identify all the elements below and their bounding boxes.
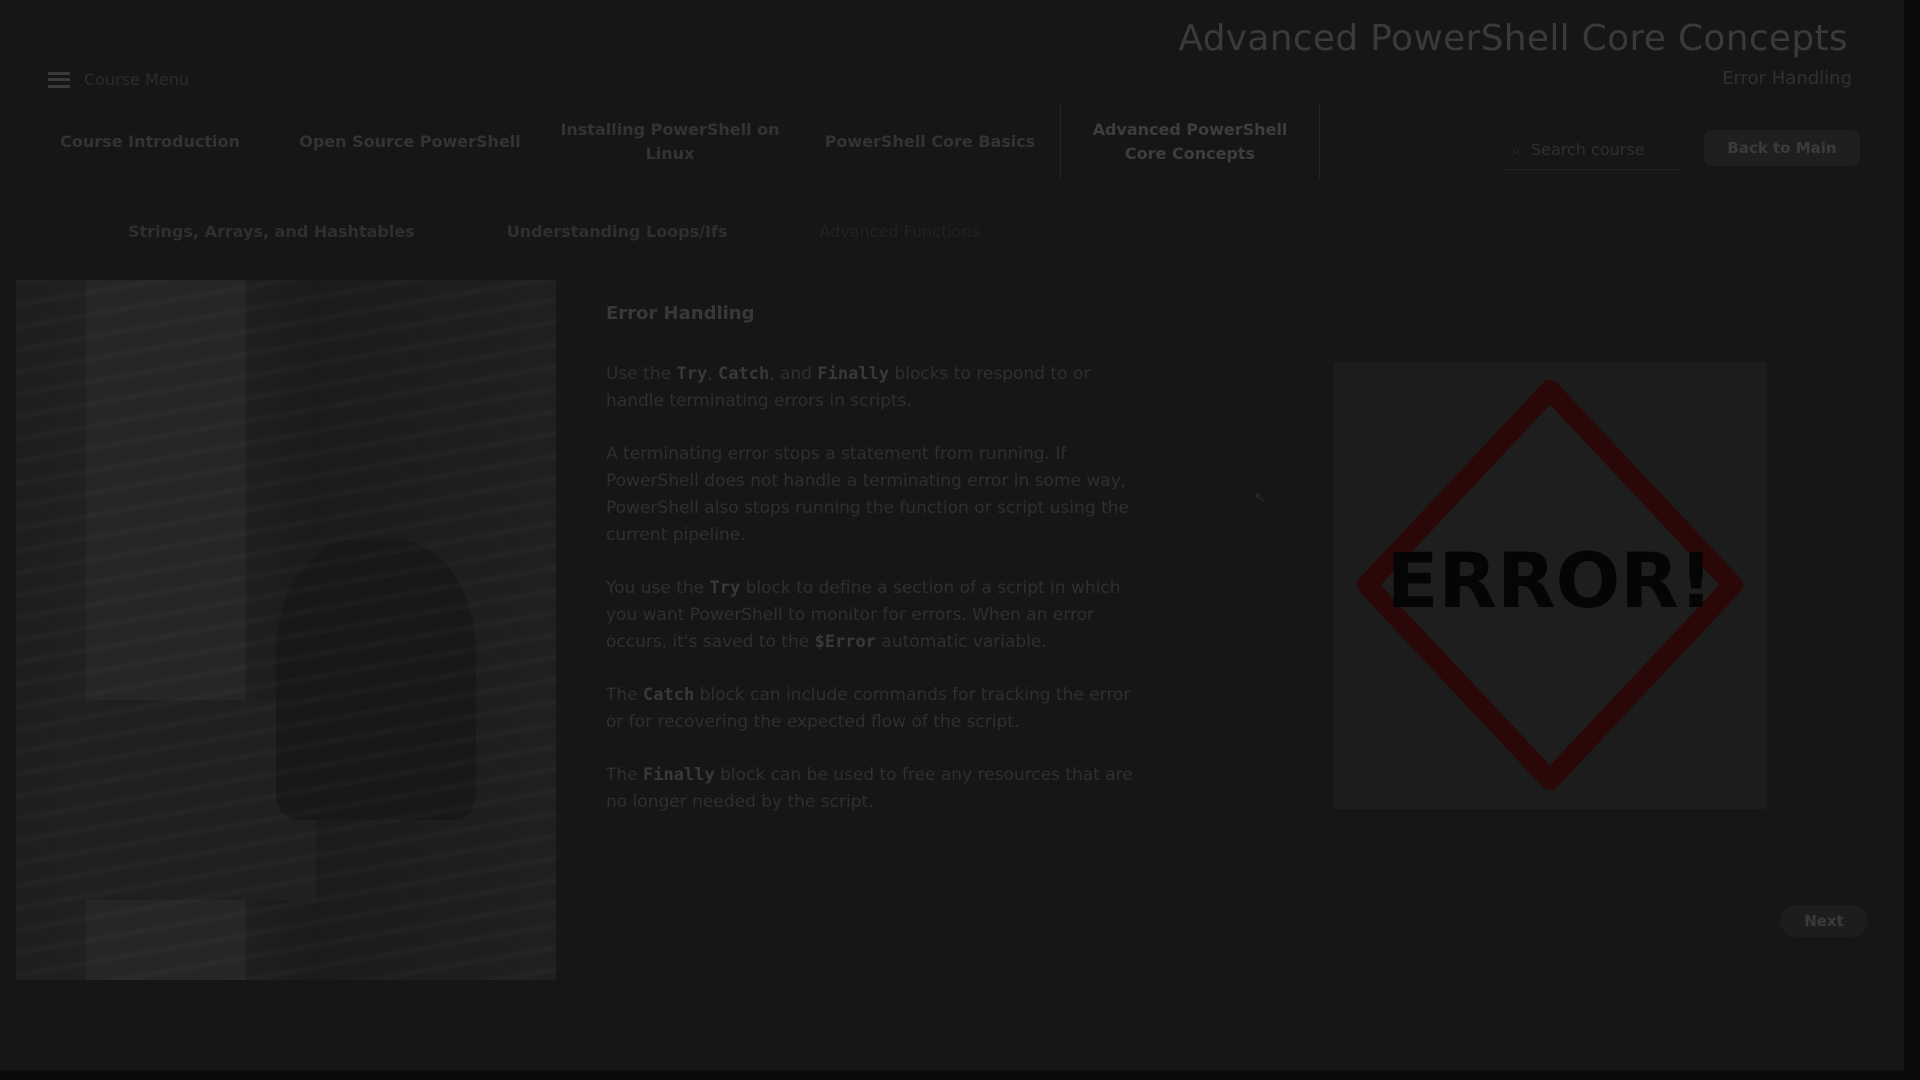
top-navigation: Course Introduction Open Source PowerShe…	[20, 104, 1320, 180]
lesson-paragraph-4: The Catch block can include commands for…	[606, 685, 1131, 732]
search-field: ⌕	[1504, 130, 1682, 170]
back-to-main-button[interactable]: Back to Main	[1704, 130, 1860, 166]
course-title: Advanced PowerShell Core Concepts	[1178, 18, 1848, 59]
hamburger-icon	[48, 71, 70, 88]
lesson-subtitle: Error Handling	[1722, 68, 1852, 89]
lesson-paragraph-5: The Finally block can be used to free an…	[606, 765, 1133, 812]
subnav-understanding-loops-ifs[interactable]: Understanding Loops/Ifs	[507, 222, 728, 241]
lesson-paragraph-2: A terminating error stops a statement fr…	[606, 444, 1129, 545]
sub-navigation: Strings, Arrays, and Hashtables Understa…	[128, 222, 980, 241]
mouse-cursor-icon: ↖	[1254, 490, 1266, 506]
course-window: Advanced PowerShell Core Concepts Error …	[0, 0, 1904, 1070]
tab-course-introduction[interactable]: Course Introduction	[20, 104, 280, 180]
course-menu-label: Course Menu	[84, 70, 189, 89]
lesson-paragraph-3: You use the Try block to define a sectio…	[606, 578, 1121, 652]
lesson-paragraph-1: Use the Try, Catch, and Finally blocks t…	[606, 364, 1091, 411]
error-sign-image: ERROR!	[1333, 362, 1767, 809]
lesson-content: Error Handling Use the Try, Catch, and F…	[606, 300, 1136, 842]
error-sign-text: ERROR!	[1387, 536, 1714, 625]
subnav-advanced-functions[interactable]: Advanced Functions	[819, 222, 980, 241]
search-input[interactable]	[1528, 139, 1673, 160]
lesson-heading: Error Handling	[606, 303, 755, 324]
tab-powershell-core-basics[interactable]: PowerShell Core Basics	[800, 104, 1060, 180]
lesson-photo	[16, 280, 556, 980]
search-icon: ⌕	[1512, 139, 1521, 159]
next-button[interactable]: Next	[1780, 905, 1868, 937]
tab-advanced-powershell-core-concepts[interactable]: Advanced PowerShell Core Concepts	[1060, 104, 1320, 180]
screen: Advanced PowerShell Core Concepts Error …	[0, 0, 1920, 1080]
subnav-strings-arrays-hashtables[interactable]: Strings, Arrays, and Hashtables	[128, 222, 415, 241]
course-menu-button[interactable]: Course Menu	[48, 70, 189, 89]
tab-installing-powershell-linux[interactable]: Installing PowerShell on Linux	[540, 104, 800, 180]
tab-open-source-powershell[interactable]: Open Source PowerShell	[280, 104, 540, 180]
